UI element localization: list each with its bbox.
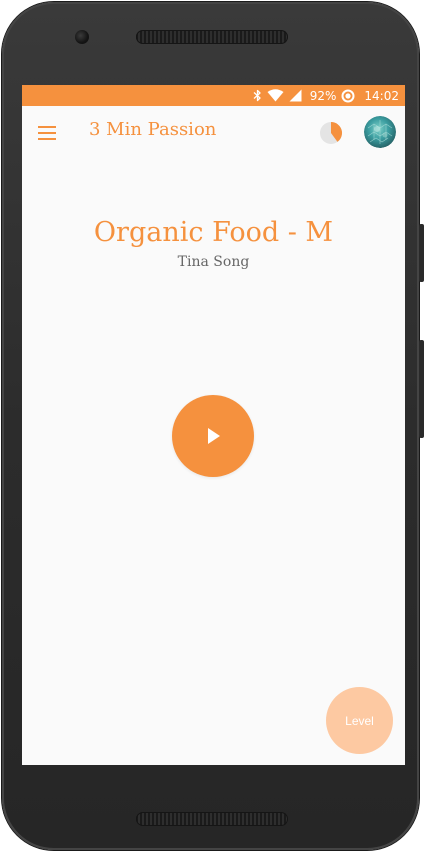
profile-avatar[interactable] <box>364 116 396 148</box>
top-speaker <box>136 30 288 44</box>
wifi-icon <box>267 89 284 102</box>
screen: 92% 14:02 3 Min Passion Organic Food - M… <box>22 85 405 765</box>
power-button <box>419 224 424 282</box>
battery-percent: 92% <box>309 88 337 103</box>
level-button[interactable]: Level <box>326 687 393 754</box>
app-toolbar: 3 Min Passion <box>22 106 405 160</box>
play-button[interactable] <box>172 395 254 477</box>
track-title: Organic Food - M <box>93 217 334 248</box>
status-bar: 92% 14:02 <box>22 85 405 106</box>
status-time: 14:02 <box>364 88 399 103</box>
bluetooth-icon <box>253 89 261 102</box>
front-camera <box>75 30 89 44</box>
hamburger-menu-icon[interactable] <box>38 124 58 142</box>
phone-frame: 92% 14:02 3 Min Passion Organic Food - M… <box>2 2 424 850</box>
level-button-label: Level <box>345 713 374 728</box>
app-title: 3 Min Passion <box>89 119 217 140</box>
volume-button <box>419 340 424 438</box>
status-icons: 92% 14:02 <box>253 85 399 106</box>
signal-icon <box>289 89 302 102</box>
play-icon <box>208 428 220 444</box>
track-artist: Tina Song <box>177 254 250 270</box>
pie-progress-icon[interactable] <box>319 121 343 145</box>
bottom-speaker <box>136 812 288 826</box>
battery-icon <box>341 89 355 102</box>
